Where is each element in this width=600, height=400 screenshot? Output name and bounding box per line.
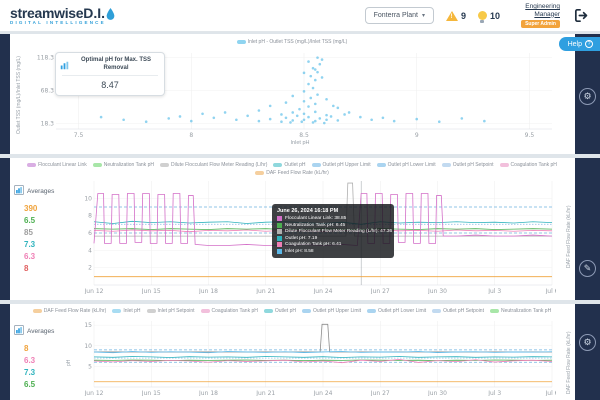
tooltip-row: Flocculant Linear Link: 38.85: [277, 216, 389, 221]
legend-item[interactable]: Neutralization Tank pH: [490, 308, 551, 314]
legend-item[interactable]: Outlet pH: [273, 162, 305, 168]
question-mark-icon: ?: [585, 40, 593, 48]
left-rail: [0, 304, 10, 400]
averages-panel: Averages 390 6.5 85 7.3 6.3 8: [14, 182, 54, 273]
legend-item[interactable]: Outlet pH Upper Limit: [302, 308, 361, 314]
average-value: 6.5: [24, 216, 54, 225]
average-value: 85: [24, 228, 54, 237]
chart-legend: Inlet pH - Outlet TSS (mg/L)/Inlet TSS (…: [12, 38, 572, 46]
y-axis-label: pH: [66, 360, 72, 366]
legend-item[interactable]: Flocculant Linear Link: [27, 162, 87, 168]
gear-icon[interactable]: ⚙: [579, 88, 596, 105]
averages-title: Averages: [27, 328, 54, 335]
logo-text: streamwise: [10, 6, 83, 20]
tooltip-row: Inlet pH: 8.58: [277, 249, 389, 254]
legend-item[interactable]: Coagulation Tank pH: [500, 162, 557, 168]
chart-tooltip: June 26, 2024 16:18 PM Flocculant Linear…: [272, 204, 394, 258]
left-rail: [0, 34, 10, 154]
legend-item[interactable]: Inlet pH: [112, 308, 140, 314]
annotation-value: 8.47: [62, 76, 158, 90]
legend-item[interactable]: Inlet pH Setpoint: [147, 308, 195, 314]
average-value: 8: [24, 264, 54, 273]
right-rail: ⚙: [575, 34, 600, 154]
average-value: 6.3: [24, 252, 54, 261]
panel-tss-scatter: ⚙ Help ? Inlet pH - Outlet TSS (mg/L)/In…: [0, 34, 600, 154]
legend-item[interactable]: Outlet pH Setpoint: [432, 308, 484, 314]
tooltip-title: June 26, 2024 16:18 PM: [277, 208, 389, 214]
legend-item[interactable]: Neutralization Tank pH: [93, 162, 154, 168]
tooltip-rows: Flocculant Linear Link: 38.85 Neutralizat…: [277, 216, 389, 254]
average-value: 7.3: [24, 368, 54, 377]
legend-item[interactable]: Outlet pH Setpoint: [442, 162, 494, 168]
water-drop-icon: [106, 8, 115, 20]
legend-item[interactable]: Dilute Flocculant Flow Meter Reading (L/…: [160, 162, 267, 168]
legend-item[interactable]: Inlet pH - Outlet TSS (mg/L)/Inlet TSS (…: [237, 39, 348, 45]
warning-icon: !: [446, 11, 458, 21]
average-value: 8: [24, 344, 54, 353]
app-screen: streamwiseD.I. DIGITAL INTELLIGENCE Font…: [0, 0, 600, 400]
legend-item[interactable]: Coagulation Tank pH: [201, 308, 258, 314]
logo: streamwiseD.I. DIGITAL INTELLIGENCE: [10, 6, 115, 26]
right-rail: ✎: [575, 158, 600, 300]
averages-panel: Averages 8 6.3 7.3 6.5: [14, 322, 54, 389]
averages-values: 390 6.5 85 7.3 6.3 8: [14, 204, 54, 273]
ideas-count: 10: [490, 11, 500, 21]
chart-legend: DAF Feed Flow Rate (kL/hr) Inlet pH Inlet …: [12, 307, 572, 315]
average-value: 7.3: [24, 240, 54, 249]
bar-chart-icon: [14, 322, 24, 340]
panel-inlet-ph-trend: ⚙ DAF Feed Flow Rate (kL/hr) Inlet pH Inle…: [0, 304, 600, 400]
bar-chart-icon: [60, 57, 69, 75]
tooltip-row: Dilute Flocculant Flow Meter Reading (L/…: [277, 229, 389, 234]
bar-chart-icon: [14, 182, 24, 200]
x-axis-label: Inlet pH: [0, 140, 600, 146]
legend-item[interactable]: DAF Feed Flow Rate (kL/hr): [33, 308, 107, 314]
alerts-count: 9: [461, 11, 466, 21]
average-value: 6.5: [24, 380, 54, 389]
optimal-ph-annotation: Optimal pH for Max. TSS Removal 8.47: [55, 52, 165, 96]
chevron-down-icon: ▾: [422, 12, 425, 19]
y-axis-label: Outlet TSS (mg/L)/Inlet TSS (mg/L): [16, 56, 22, 134]
user-role-link[interactable]: Engineering Manager: [512, 3, 560, 18]
legend-item[interactable]: Outlet pH Lower Limit: [377, 162, 436, 168]
annotation-title: Optimal pH for Max. TSS Removal: [62, 57, 158, 76]
legend-item[interactable]: Outlet pH Upper Limit: [312, 162, 371, 168]
right-axis-label: DAF Feed Flow Rate (kL/hr): [566, 205, 572, 268]
averages-title: Averages: [27, 188, 54, 195]
plant-selector-label: Fonterra Plant: [374, 12, 418, 19]
tooltip-row: Outlet pH: 7.19: [277, 236, 389, 241]
right-axis-label: DAF Feed Flow Rate (kL/hr): [566, 331, 572, 394]
ideas-indicator[interactable]: 10: [478, 11, 500, 21]
app-header: streamwiseD.I. DIGITAL INTELLIGENCE Font…: [0, 0, 600, 32]
logo-subtitle: DIGITAL INTELLIGENCE: [10, 21, 115, 26]
user-role-badge: Super Admin: [521, 20, 560, 28]
average-value: 6.3: [24, 356, 54, 365]
gear-icon[interactable]: ⚙: [579, 334, 596, 351]
legend-item[interactable]: DAF Feed Flow Rate (kL/hr): [255, 170, 329, 176]
panel-flocculant-trend: ✎ Flocculant Linear Link Neutralization T…: [0, 158, 600, 300]
tooltip-row: Neutralization Tank pH: 6.45: [277, 223, 389, 228]
average-value: 390: [24, 204, 54, 213]
chart-legend: Flocculant Linear Link Neutralization Tan…: [12, 161, 572, 177]
plant-selector-dropdown[interactable]: Fonterra Plant ▾: [365, 7, 434, 24]
tooltip-row: Coagulation Tank pH: 6.41: [277, 242, 389, 247]
logout-icon: [573, 7, 590, 24]
user-menu[interactable]: Engineering Manager Super Admin: [512, 3, 560, 28]
help-button[interactable]: Help ?: [559, 37, 600, 51]
right-rail: ⚙: [575, 304, 600, 400]
left-rail: [0, 158, 10, 300]
logout-button[interactable]: [572, 7, 590, 25]
lightbulb-icon: [478, 11, 487, 20]
line-chart-canvas[interactable]: [78, 318, 556, 396]
legend-item[interactable]: Outlet pH Lower Limit: [367, 308, 426, 314]
logo-suffix: D.I.: [83, 6, 105, 20]
help-label: Help: [568, 41, 582, 48]
averages-values: 8 6.3 7.3 6.5: [14, 344, 54, 389]
legend-item[interactable]: Outlet pH: [264, 308, 296, 314]
edit-icon[interactable]: ✎: [579, 260, 596, 277]
alerts-indicator[interactable]: ! 9: [446, 11, 466, 21]
